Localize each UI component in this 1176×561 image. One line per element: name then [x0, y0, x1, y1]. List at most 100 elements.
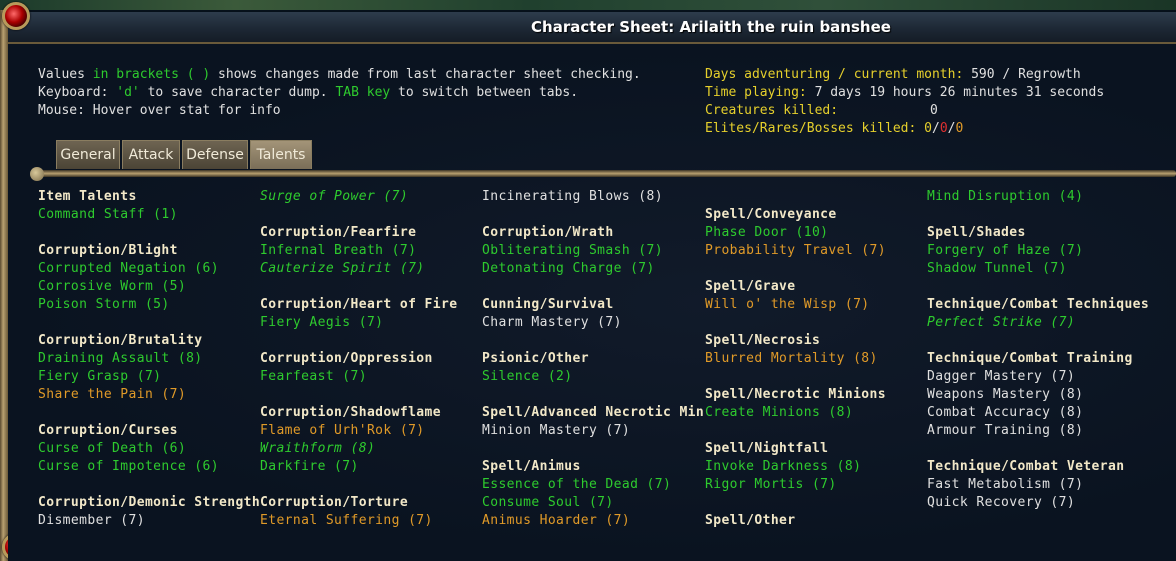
talent-entry[interactable]: Corrosive Worm (5)	[38, 278, 260, 296]
title-bar[interactable]: Character Sheet: Arilaith the ruin bansh…	[6, 12, 1176, 44]
talent-entry[interactable]: Draining Assault (8)	[38, 350, 260, 368]
stat-label: Days adventuring / current month:	[705, 67, 964, 82]
talent-entry[interactable]: Mind Disruption (4)	[927, 188, 1176, 206]
talent-entry[interactable]: Command Staff (1)	[38, 206, 260, 224]
talent-entry[interactable]: Detonating Charge (7)	[482, 260, 704, 278]
talent-entry[interactable]: Poison Storm (5)	[38, 296, 260, 314]
talent-entry[interactable]: Essence of the Dead (7)	[482, 476, 704, 494]
info-highlight: 'd'	[116, 85, 140, 100]
talent-category-header: Corruption/Oppression	[260, 351, 433, 366]
talent-category-header: Corruption/Brutality	[38, 333, 203, 348]
talent-entry[interactable]: Armour Training (8)	[927, 422, 1176, 440]
talent-category-header: Spell/Conveyance	[705, 207, 837, 222]
talent-entry[interactable]: Combat Accuracy (8)	[927, 404, 1176, 422]
talent-category-header: Corruption/Heart of Fire	[260, 297, 458, 312]
info-text: Keyboard:	[38, 85, 117, 100]
talent-entry[interactable]: Quick Recovery (7)	[927, 494, 1176, 512]
talent-category-header: Spell/Advanced Necrotic Minions	[482, 405, 704, 420]
talent-entry[interactable]: Incinerating Blows (8)	[482, 188, 704, 206]
stat-days-adventuring: Days adventuring / current month: 590 / …	[705, 66, 1081, 84]
talent-entry[interactable]: Cauterize Spirit (7)	[260, 260, 482, 278]
tab-general[interactable]: General	[56, 140, 120, 169]
talent-entry[interactable]: Darkfire (7)	[260, 458, 482, 476]
talent-entry[interactable]: Perfect Strike (7)	[927, 314, 1176, 332]
info-highlight: TAB key	[335, 85, 391, 100]
talent-entry[interactable]: Fiery Grasp (7)	[38, 368, 260, 386]
talent-entry[interactable]: Corrupted Negation (6)	[38, 260, 260, 278]
talent-category-header: Spell/Necrotic Minions	[705, 387, 886, 402]
talent-entry[interactable]: Will o' the Wisp (7)	[705, 296, 927, 314]
talent-entry[interactable]: Minion Mastery (7)	[482, 422, 704, 440]
info-mouse-line: Mouse: Hover over stat for info	[38, 103, 281, 118]
talent-entry[interactable]: Rigor Mortis (7)	[705, 476, 927, 494]
tab-separator	[36, 170, 1176, 177]
window-title: Character Sheet: Arilaith the ruin bansh…	[531, 18, 891, 36]
info-text: to switch between tabs.	[390, 85, 579, 100]
talent-entry[interactable]: Blurred Mortality (8)	[705, 350, 927, 368]
talent-entry[interactable]: Forgery of Haze (7)	[927, 242, 1176, 260]
talent-entry[interactable]: Weapons Mastery (8)	[927, 386, 1176, 404]
talent-entry[interactable]: Wraithform (8)	[260, 440, 482, 458]
info-keyboard-line: Keyboard: 'd' to save character dump. TA…	[38, 84, 578, 102]
talent-category-header: Spell/Animus	[482, 459, 581, 474]
talent-entry[interactable]: Infernal Breath (7)	[260, 242, 482, 260]
talent-entry[interactable]: Dismember (7)	[38, 512, 260, 530]
talent-entry[interactable]: Eternal Suffering (7)	[260, 512, 482, 530]
stat-value: 7 days 19 hours 26 minutes 31 seconds	[806, 85, 1105, 100]
talent-category-header: Spell/Necrosis	[705, 333, 821, 348]
talent-entry[interactable]: Curse of Death (6)	[38, 440, 260, 458]
talent-category-header: Spell/Nightfall	[705, 441, 829, 456]
talent-entry[interactable]: Flame of Urh'Rok (7)	[260, 422, 482, 440]
talent-entry[interactable]: Dagger Mastery (7)	[927, 368, 1176, 386]
talent-entry[interactable]: Phase Door (10)	[705, 224, 927, 242]
info-text: Values	[38, 67, 93, 82]
tab-talents[interactable]: Talents	[250, 140, 312, 169]
talent-entry[interactable]: Obliterating Smash (7)	[482, 242, 704, 260]
talent-category-header: Corruption/Blight	[38, 243, 178, 258]
stat-value-rares: 0	[939, 121, 948, 136]
corner-gem-icon	[2, 2, 30, 30]
talent-entry[interactable]: Shadow Tunnel (7)	[927, 260, 1176, 278]
talent-category-header: Technique/Combat Veteran	[927, 459, 1125, 474]
talent-entry[interactable]: Surge of Power (7)	[260, 188, 482, 206]
talent-category-header: Corruption/Torture	[260, 495, 409, 510]
talent-entry[interactable]: Charm Mastery (7)	[482, 314, 704, 332]
talent-column-3: Incinerating Blows (8) Corruption/Wrath Ob…	[482, 188, 704, 530]
tab-attack[interactable]: Attack	[122, 140, 180, 169]
talent-entry[interactable]: Curse of Impotence (6)	[38, 458, 260, 476]
stat-creatures-killed: Creatures killed:	[705, 102, 838, 120]
talent-column-1: Item Talents Command Staff (1) Corruption/…	[38, 188, 260, 530]
info-text: to save character dump.	[139, 85, 336, 100]
talent-entry[interactable]: Fast Metabolism (7)	[927, 476, 1176, 494]
tab-defense[interactable]: Defense	[182, 140, 248, 169]
stat-label: Time playing:	[705, 85, 807, 100]
talent-entry[interactable]: Fiery Aegis (7)	[260, 314, 482, 332]
talent-entry[interactable]: Consume Soul (7)	[482, 494, 704, 512]
talent-entry[interactable]: Create Minions (8)	[705, 404, 927, 422]
talent-entry[interactable]: Share the Pain (7)	[38, 386, 260, 404]
talent-category-header: Corruption/Wrath	[482, 225, 614, 240]
talent-entry[interactable]: Fearfeast (7)	[260, 368, 482, 386]
left-ornate-border	[0, 10, 8, 561]
talent-entry[interactable]: Probability Travel (7)	[705, 242, 927, 260]
talent-entry[interactable]: Silence (2)	[482, 368, 704, 386]
talent-entry[interactable]: Animus Hoarder (7)	[482, 512, 704, 530]
talent-entry[interactable]: Invoke Darkness (8)	[705, 458, 927, 476]
